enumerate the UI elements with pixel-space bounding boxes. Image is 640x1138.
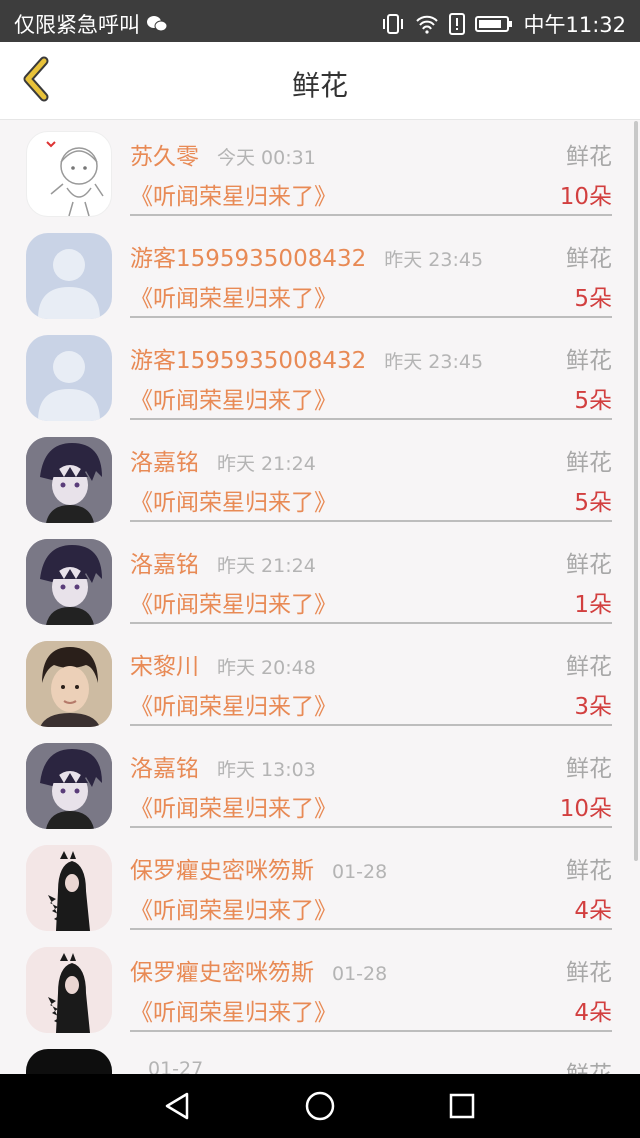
- book-title[interactable]: 《听闻荣星归来了》: [130, 789, 337, 823]
- avatar[interactable]: [26, 845, 112, 931]
- list-item[interactable]: 保罗癯史密咪笏斯 01-28 鲜花 《听闻荣星归来了》 4朵: [0, 937, 640, 1039]
- book-title[interactable]: 《听闻荣星归来了》: [130, 279, 337, 313]
- flower-count: 3朵: [574, 694, 612, 720]
- divider: [130, 214, 612, 216]
- clock: 中午11:32: [523, 13, 626, 37]
- flower-count: 1朵: [574, 592, 612, 618]
- flower-count: 4朵: [574, 1000, 612, 1026]
- list-item[interactable]: 游客1595935008432 昨天 23:45 鲜花 《听闻荣星归来了》 5朵: [0, 325, 640, 427]
- timestamp: 01-28: [332, 861, 388, 883]
- alert-icon: [449, 13, 466, 35]
- vibrate-icon: [381, 13, 405, 35]
- avatar[interactable]: [26, 233, 112, 319]
- divider: [130, 520, 612, 522]
- gift-type: 鲜花: [566, 552, 612, 578]
- list-item[interactable]: 游客1595935008432 昨天 23:45 鲜花 《听闻荣星归来了》 5朵: [0, 223, 640, 325]
- user-name[interactable]: 游客1595935008432 昨天 23:45: [130, 341, 483, 375]
- book-title[interactable]: 《听闻荣星归来了》: [130, 381, 337, 415]
- flower-count: 5朵: [574, 490, 612, 516]
- gift-type: 鲜花: [566, 654, 612, 680]
- nav-back-button[interactable]: [158, 1088, 198, 1128]
- gift-type: 鲜花: [566, 450, 612, 476]
- avatar[interactable]: [26, 743, 112, 829]
- divider: [130, 826, 612, 828]
- flower-count: 5朵: [574, 286, 612, 312]
- gift-type: 鲜花: [566, 144, 612, 170]
- battery-icon: [475, 14, 513, 34]
- flower-count: 10朵: [559, 184, 612, 210]
- book-title[interactable]: 《听闻荣星归来了》: [130, 891, 337, 925]
- user-name[interactable]: 01-27: [130, 1055, 203, 1074]
- timestamp: 01-28: [332, 963, 388, 985]
- book-title[interactable]: 《听闻荣星归来了》: [130, 993, 337, 1027]
- book-title[interactable]: 《听闻荣星归来了》: [130, 177, 337, 211]
- divider: [130, 418, 612, 420]
- user-name[interactable]: 苏久零 今天 00:31: [130, 137, 316, 171]
- timestamp: 昨天 20:48: [217, 657, 316, 679]
- avatar[interactable]: [26, 437, 112, 523]
- timestamp: 昨天 23:45: [384, 249, 484, 271]
- user-name[interactable]: 洛嘉铭 昨天 21:24: [130, 443, 316, 477]
- avatar[interactable]: [26, 539, 112, 625]
- user-name[interactable]: 洛嘉铭 昨天 13:03: [130, 749, 316, 783]
- avatar[interactable]: [26, 335, 112, 421]
- book-title[interactable]: 《听闻荣星归来了》: [130, 585, 337, 619]
- divider: [130, 928, 612, 930]
- user-name[interactable]: 游客1595935008432 昨天 23:45: [130, 239, 483, 273]
- gift-type: 鲜花: [566, 960, 612, 986]
- user-name[interactable]: 洛嘉铭 昨天 21:24: [130, 545, 316, 579]
- list-item[interactable]: 洛嘉铭 昨天 21:24 鲜花 《听闻荣星归来了》 5朵: [0, 427, 640, 529]
- timestamp: 昨天 13:03: [217, 759, 316, 781]
- avatar[interactable]: [26, 641, 112, 727]
- user-name[interactable]: 保罗癯史密咪笏斯 01-28: [130, 851, 387, 885]
- nav-recents-button[interactable]: [442, 1088, 482, 1128]
- scrollbar[interactable]: [634, 121, 638, 861]
- gift-type: 鲜花: [566, 858, 612, 884]
- list-item[interactable]: 洛嘉铭 昨天 13:03 鲜花 《听闻荣星归来了》 10朵: [0, 733, 640, 835]
- gift-type: 鲜花: [566, 756, 612, 782]
- avatar[interactable]: [26, 131, 112, 217]
- avatar[interactable]: [26, 1049, 112, 1074]
- home-circle-icon: [304, 1090, 336, 1126]
- timestamp: 昨天 23:45: [384, 351, 484, 373]
- nav-home-button[interactable]: [300, 1088, 340, 1128]
- timestamp: 昨天 21:24: [217, 555, 316, 577]
- divider: [130, 1030, 612, 1032]
- recents-square-icon: [448, 1092, 476, 1124]
- gift-type: 鲜花: [566, 246, 612, 272]
- status-bar: 仅限紧急呼叫 中午11:32: [0, 0, 640, 42]
- book-title[interactable]: 《听闻荣星归来了》: [130, 483, 337, 517]
- gift-type: 鲜花: [566, 348, 612, 374]
- flower-count: 4朵: [574, 898, 612, 924]
- list-item[interactable]: 苏久零 今天 00:31 鲜花 《听闻荣星归来了》 10朵: [0, 121, 640, 223]
- list-item[interactable]: 宋黎川 昨天 20:48 鲜花 《听闻荣星归来了》 3朵: [0, 631, 640, 733]
- wifi-icon: [415, 14, 439, 34]
- user-name[interactable]: 宋黎川 昨天 20:48: [130, 647, 316, 681]
- list-item[interactable]: 保罗癯史密咪笏斯 01-28 鲜花 《听闻荣星归来了》 4朵: [0, 835, 640, 937]
- flower-count: 10朵: [559, 796, 612, 822]
- book-title[interactable]: 《听闻荣星归来了》: [130, 687, 337, 721]
- header: 鲜花: [0, 42, 640, 120]
- list-item[interactable]: 01-27 鲜花: [0, 1039, 640, 1074]
- flower-list: 苏久零 今天 00:31 鲜花 《听闻荣星归来了》 10朵 游客159593500…: [0, 121, 640, 1074]
- back-triangle-icon: [163, 1091, 193, 1125]
- system-nav-bar: [0, 1074, 640, 1138]
- avatar[interactable]: [26, 947, 112, 1033]
- divider: [130, 316, 612, 318]
- carrier-text: 仅限紧急呼叫: [14, 13, 140, 37]
- timestamp: 01-27: [148, 1058, 204, 1074]
- flower-count: 5朵: [574, 388, 612, 414]
- user-name[interactable]: 保罗癯史密咪笏斯 01-28: [130, 953, 387, 987]
- list-item[interactable]: 洛嘉铭 昨天 21:24 鲜花 《听闻荣星归来了》 1朵: [0, 529, 640, 631]
- wechat-icon: [146, 14, 168, 34]
- timestamp: 今天 00:31: [217, 147, 316, 169]
- gift-type: 鲜花: [566, 1055, 612, 1074]
- page-title: 鲜花: [291, 69, 348, 102]
- divider: [130, 724, 612, 726]
- divider: [130, 622, 612, 624]
- timestamp: 昨天 21:24: [217, 453, 316, 475]
